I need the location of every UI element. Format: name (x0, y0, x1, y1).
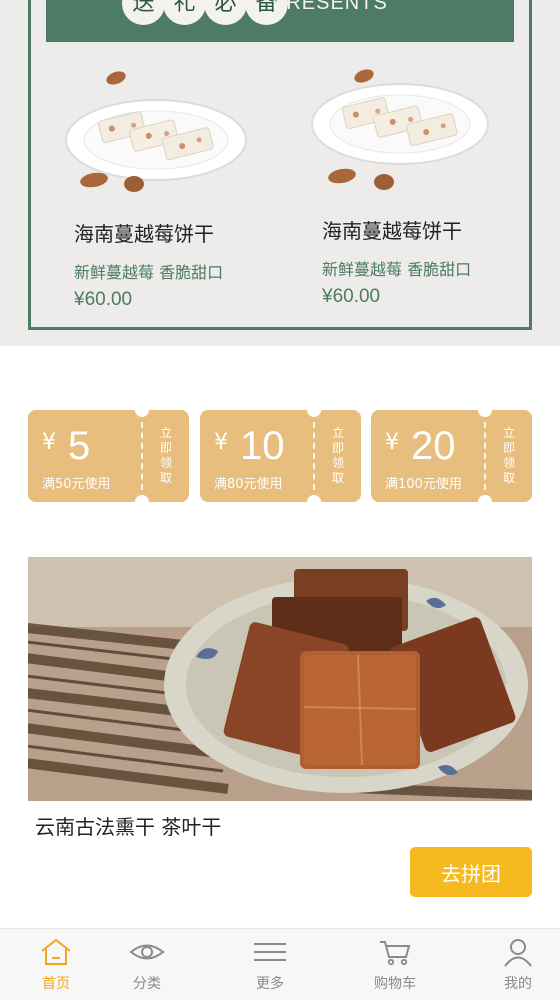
coupon-currency: ¥ (385, 430, 399, 455)
coupon-notch (307, 410, 321, 417)
eye-icon (129, 944, 165, 960)
banner-subtitle: PRESENTS (272, 0, 388, 14)
claim-char: 即 (502, 441, 515, 455)
coupon[interactable]: ¥ 5 满50元使用 立 即 领 取 (28, 410, 189, 502)
group-buy-button[interactable]: 去拼团 (410, 847, 532, 897)
cart-icon (380, 941, 411, 966)
coupon-notch (135, 410, 149, 417)
tab-label: 分类 (133, 976, 161, 992)
product-price: ¥60.00 (74, 289, 133, 310)
product-description: 新鲜蔓越莓 香脆甜口 (322, 260, 472, 279)
banner-char: 必 (204, 0, 247, 25)
product-description: 新鲜蔓越莓 香脆甜口 (74, 263, 224, 282)
coupon-claim-button[interactable]: 立 即 领 取 (146, 426, 186, 486)
coupon-divider (313, 422, 315, 490)
claim-char: 取 (159, 471, 172, 485)
coupon-claim-button[interactable]: 立 即 领 取 (318, 426, 358, 486)
coupon-notch (307, 495, 321, 502)
claim-char: 立 (159, 426, 172, 440)
tab-label: 更多 (256, 976, 284, 992)
product-name: 海南蔓越莓饼干 (322, 219, 462, 243)
coupon[interactable]: ¥ 10 满80元使用 立 即 领 取 (200, 410, 361, 502)
product-image (311, 69, 489, 190)
featured-product-title: 云南古法熏干 茶叶干 (35, 815, 222, 839)
tab-category[interactable]: 分类 (91, 929, 203, 1000)
tab-bar: 首页 分类 更多 购物车 我的 (0, 928, 560, 1000)
claim-char: 立 (502, 426, 515, 440)
gift-section: 送 礼 必 备 PRESENTS 海南蔓越莓饼干 新鲜蔓越莓 香脆甜口 ¥60.… (0, 0, 560, 346)
tab-label: 购物车 (374, 976, 416, 992)
claim-char: 即 (159, 441, 172, 455)
claim-char: 即 (331, 441, 344, 455)
tab-label: 我的 (504, 976, 532, 992)
coupon-currency: ¥ (42, 430, 56, 455)
claim-char: 取 (502, 471, 515, 485)
user-icon (504, 939, 532, 967)
product-image (65, 71, 247, 192)
coupon-condition: 满100元使用 (385, 477, 462, 492)
coupon-notch (478, 495, 492, 502)
product-name: 海南蔓越莓饼干 (74, 222, 214, 246)
coupon-condition: 满50元使用 (42, 477, 111, 492)
claim-char: 取 (331, 471, 344, 485)
product-price: ¥60.00 (322, 286, 381, 307)
claim-char: 领 (331, 456, 344, 470)
coupon[interactable]: ¥ 20 满100元使用 立 即 领 取 (371, 410, 532, 502)
claim-char: 立 (331, 426, 344, 440)
tab-more[interactable]: 更多 (214, 929, 326, 1000)
tab-mine[interactable]: 我的 (462, 929, 560, 1000)
coupon-amount: 20 (411, 424, 456, 468)
gift-banner: 送 礼 必 备 PRESENTS (46, 0, 514, 42)
coupon-divider (484, 422, 486, 490)
coupon-notch (478, 410, 492, 417)
coupon-condition: 满80元使用 (214, 477, 283, 492)
product-card[interactable]: 海南蔓越莓饼干 新鲜蔓越莓 香脆甜口 ¥60.00 (56, 62, 266, 322)
coupon-amount: 10 (240, 424, 285, 468)
home-icon (41, 938, 71, 965)
featured-product-image[interactable] (28, 557, 532, 801)
claim-char: 领 (159, 456, 172, 470)
claim-char: 领 (502, 456, 515, 470)
coupon-amount: 5 (68, 424, 91, 468)
banner-char: 礼 (163, 0, 206, 25)
coupon-divider (141, 422, 143, 490)
coupon-row: ¥ 5 满50元使用 立 即 领 取 ¥ 10 满80元使用 立 即 领 取 ¥… (28, 410, 532, 502)
tab-cart[interactable]: 购物车 (339, 929, 451, 1000)
menu-icon (254, 943, 286, 961)
coupon-claim-button[interactable]: 立 即 领 取 (489, 426, 529, 486)
coupon-currency: ¥ (214, 430, 228, 455)
coupon-notch (135, 495, 149, 502)
banner-title: 送 礼 必 备 (122, 0, 288, 25)
product-card[interactable]: 海南蔓越莓饼干 新鲜蔓越莓 香脆甜口 ¥60.00 (304, 62, 514, 322)
banner-char: 送 (122, 0, 165, 25)
